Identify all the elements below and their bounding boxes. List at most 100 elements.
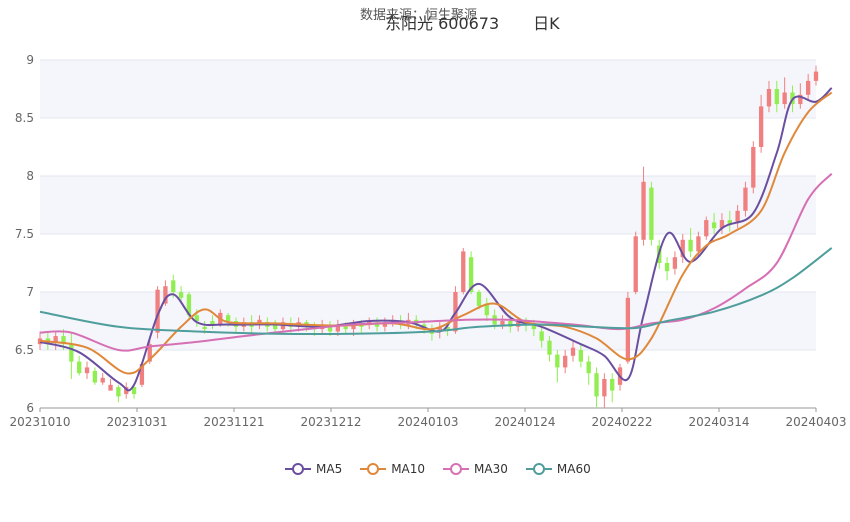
grid-band — [40, 176, 816, 234]
candle — [602, 373, 607, 408]
legend-label: MA60 — [556, 462, 591, 476]
x-tick-label: 20231031 — [106, 415, 167, 429]
legend-label: MA5 — [316, 462, 343, 476]
legend-item-ma60[interactable]: MA60 — [525, 462, 591, 476]
candle-body — [202, 326, 207, 330]
legend-swatch-icon — [360, 463, 387, 475]
candle-body — [594, 373, 599, 397]
candle-body — [751, 147, 756, 188]
candle-body — [704, 220, 709, 237]
candle — [704, 216, 709, 240]
y-tick-label: 6.5 — [15, 343, 34, 357]
x-tick-label: 20240403 — [785, 415, 846, 429]
y-tick-label: 9 — [26, 53, 34, 67]
legend-item-ma30[interactable]: MA30 — [443, 462, 508, 476]
y-tick-label: 7 — [26, 285, 34, 299]
candle-body — [92, 370, 98, 383]
x-tick-label: 20231010 — [9, 415, 70, 429]
candle-body — [649, 187, 654, 240]
candle-body — [178, 292, 184, 298]
candle-body — [633, 236, 638, 292]
candle-body — [735, 210, 740, 223]
candle-body — [711, 222, 717, 229]
y-tick-label: 6 — [26, 401, 34, 415]
candle — [84, 361, 90, 379]
candle — [92, 367, 98, 385]
x-tick-label: 20240124 — [494, 415, 555, 429]
legend-swatch-icon — [443, 463, 470, 475]
candle-body — [758, 106, 764, 147]
candle-body — [343, 326, 348, 330]
x-tick-label: 20240222 — [591, 415, 652, 429]
candle-body — [586, 361, 591, 374]
candle-body — [743, 187, 748, 211]
candle-body — [664, 263, 670, 272]
legend-label: MA30 — [474, 462, 508, 476]
grid-band — [40, 60, 816, 118]
x-tick-label: 20240103 — [397, 415, 458, 429]
chart-title: 东阳光 600673 日K — [385, 10, 560, 34]
candle-body — [77, 361, 82, 374]
legend-item-ma10[interactable]: MA10 — [360, 462, 425, 476]
x-tick-label: 20231121 — [203, 415, 264, 429]
candle-body — [578, 350, 584, 362]
candle-body — [116, 387, 121, 397]
candle — [610, 373, 615, 403]
candle-body — [461, 251, 466, 292]
x-tick-label: 20240314 — [688, 415, 749, 429]
candle-body — [563, 355, 568, 368]
legend-swatch-icon — [525, 463, 552, 475]
candle — [108, 379, 113, 391]
candle-body — [225, 315, 231, 321]
candle-body — [500, 321, 505, 325]
candle — [672, 251, 678, 275]
candle-body — [766, 89, 772, 107]
legend-item-ma5[interactable]: MA5 — [285, 462, 342, 476]
chart-plot: 9 8.5 8 7.5 7 6.5 6 20231010 20231031 20231121 20… — [9, 53, 846, 429]
stock-name-code: 东阳光 600673 — [385, 14, 500, 33]
candle-body — [774, 89, 779, 105]
candle-body — [688, 239, 693, 252]
candle — [563, 350, 568, 374]
candle-body — [672, 257, 678, 269]
candle — [633, 231, 638, 295]
candle — [461, 247, 466, 295]
candle-body — [555, 354, 560, 368]
candle — [100, 373, 105, 385]
y-tick-label: 8 — [26, 169, 34, 183]
candle-body — [625, 297, 631, 362]
legend-swatch-icon — [285, 463, 311, 475]
candle-body — [539, 331, 544, 341]
kline-chart: 9 8.5 8 7.5 7 6.5 6 20231010 20231031 20231121 20… — [0, 0, 850, 518]
candle — [77, 355, 82, 376]
candle-body — [610, 379, 615, 391]
candle-body — [696, 236, 701, 252]
legend-label: MA10 — [391, 462, 426, 476]
candle-body — [108, 384, 113, 391]
candle — [649, 181, 654, 246]
candle — [555, 350, 560, 383]
candle-body — [100, 377, 105, 383]
candle-body — [813, 71, 819, 81]
candle-body — [171, 280, 176, 292]
y-tick-label: 8.5 — [15, 111, 34, 125]
chart-legend: MA5 MA10 MA30 MA60 — [285, 462, 591, 476]
candle-body — [641, 181, 646, 240]
period-label: 日K — [533, 14, 560, 33]
candle-body — [84, 367, 90, 374]
candle — [751, 141, 756, 194]
candle — [594, 367, 599, 408]
candle — [586, 355, 591, 385]
candle-body — [806, 80, 811, 95]
candle-body — [782, 92, 787, 105]
candle — [116, 384, 121, 403]
candle-body — [476, 292, 482, 306]
candle — [680, 234, 685, 263]
candle — [664, 257, 670, 281]
candle-body — [570, 347, 576, 356]
x-tick-label: 20231212 — [300, 415, 361, 429]
candle-body — [69, 344, 74, 362]
candle-body — [602, 379, 607, 397]
y-tick-label: 7.5 — [15, 227, 34, 241]
candle-body — [547, 340, 552, 355]
